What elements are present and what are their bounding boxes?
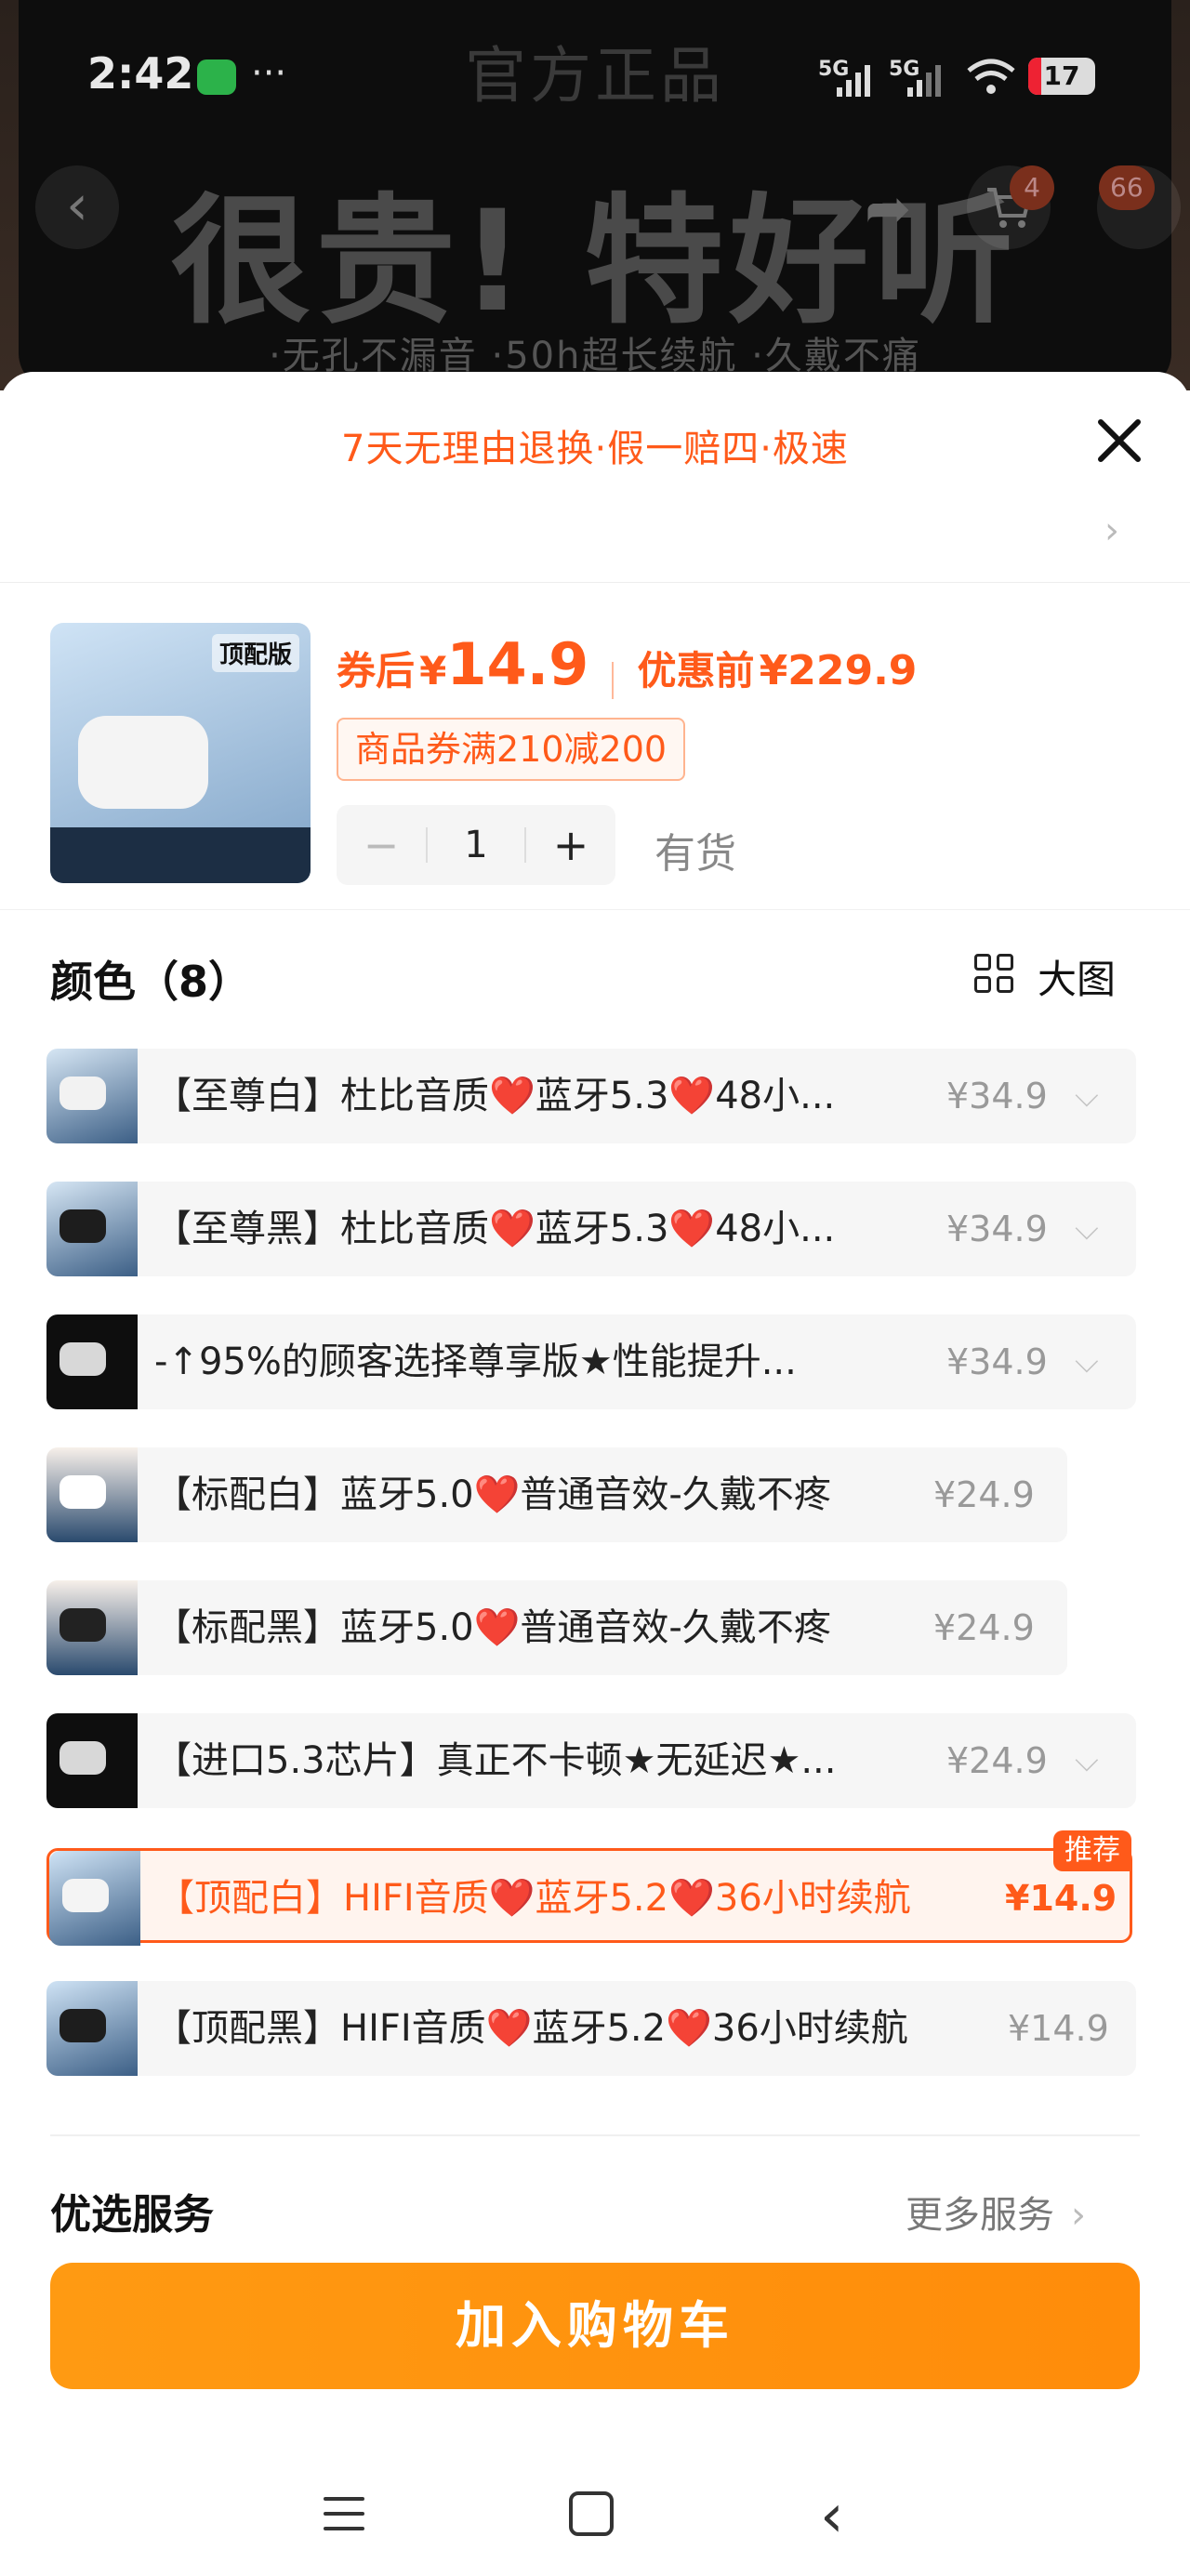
chevron-down-icon[interactable]: ⌵	[1075, 1049, 1099, 1143]
sku-option[interactable]: 【标配黑】蓝牙5.0❤️普通音效-久戴不疼 ¥24.9	[46, 1580, 1067, 1675]
more-notifications-icon: ···	[251, 52, 287, 95]
sku-price: ¥34.9	[946, 1209, 1048, 1249]
sku-price: ¥34.9	[946, 1076, 1048, 1116]
home-icon[interactable]	[569, 2491, 614, 2536]
large-image-label: 大图	[1038, 957, 1117, 1002]
thumbnail-tag: 顶配版	[211, 634, 299, 672]
sku-option[interactable]: -↑95%的顾客选择尊享版★性能提升... ¥34.9 ⌵	[46, 1314, 1136, 1409]
wifi-icon	[967, 59, 1015, 94]
sku-label: 【进口5.3芯片】真正不卡顿★无延迟★...	[154, 1739, 837, 1782]
price-separator	[612, 661, 615, 699]
earbuds-case-image	[78, 716, 208, 809]
sku-option[interactable]: 【至尊黑】杜比音质❤️蓝牙5.3❤️48小... ¥34.9 ⌵	[46, 1182, 1136, 1276]
back-icon[interactable]: ‹	[820, 2482, 844, 2551]
sku-price: ¥24.9	[933, 1474, 1035, 1515]
price-line: 券后 ¥14.9 优惠前 ¥229.9	[337, 630, 917, 699]
signal-icon	[837, 65, 870, 97]
sku-label: 【标配白】蓝牙5.0❤️普通音效-久戴不疼	[154, 1473, 831, 1516]
sku-thumbnail	[46, 1314, 138, 1409]
status-bar: 2:42 ··· 5G 5G 17	[0, 0, 1190, 149]
sku-label: 【至尊黑】杜比音质❤️蓝牙5.3❤️48小...	[154, 1208, 836, 1250]
battery-level: 17	[1043, 60, 1080, 91]
promo-banner: 7天无理由退换·假一赔四·极速	[341, 428, 849, 470]
more-services-label: 更多服务	[906, 2194, 1054, 2237]
recommended-badge: 推荐	[1053, 1830, 1131, 1871]
wechat-icon	[197, 59, 236, 95]
divider	[0, 909, 1190, 910]
chevron-down-icon[interactable]: ⌵	[1075, 1713, 1099, 1808]
increase-button[interactable]: +	[526, 805, 615, 885]
sku-option[interactable]: 【进口5.3芯片】真正不卡顿★无延迟★... ¥24.9 ⌵	[46, 1713, 1136, 1808]
coupon-price-label: 券后	[337, 648, 416, 694]
chevron-right-icon[interactable]: ›	[1104, 509, 1119, 552]
close-icon[interactable]	[1086, 407, 1153, 474]
back-button[interactable]: ‹	[35, 165, 119, 249]
sku-price: ¥24.9	[933, 1607, 1035, 1648]
sku-label: 【标配黑】蓝牙5.0❤️普通音效-久戴不疼	[154, 1606, 831, 1649]
sku-thumbnail	[46, 1049, 138, 1143]
divider	[50, 2134, 1140, 2136]
more-services-link[interactable]: 更多服务 ›	[906, 2185, 1086, 2239]
product-thumbnail[interactable]: 顶配版	[50, 623, 311, 883]
grid-view-icon	[974, 954, 1015, 995]
sku-option-selected[interactable]: 【顶配白】HIFI音质❤️蓝牙5.2❤️36小时续航 ¥14.9 推荐	[46, 1830, 1132, 1946]
sku-option[interactable]: 【至尊白】杜比音质❤️蓝牙5.3❤️48小... ¥34.9 ⌵	[46, 1049, 1136, 1143]
sku-selector-sheet: 7天无理由退换·假一赔四·极速 › 顶配版 券后 ¥14.9 优惠前 ¥229.…	[0, 372, 1190, 2576]
sku-thumbnail	[46, 1182, 138, 1276]
color-section-title: 颜色（8）	[50, 957, 252, 1007]
chevron-down-icon[interactable]: ⌵	[1075, 1314, 1099, 1409]
coupon-price-value: 14.9	[446, 630, 589, 698]
system-navigation-bar: ‹	[0, 2413, 1190, 2576]
sku-thumbnail	[49, 1851, 140, 1946]
sku-option[interactable]: 【标配白】蓝牙5.0❤️普通音效-久戴不疼 ¥24.9	[46, 1447, 1067, 1542]
coupon-tag[interactable]: 商品券满210减200	[337, 718, 686, 781]
services-title: 优选服务	[50, 2191, 214, 2239]
add-to-cart-button[interactable]: 加入购物车	[50, 2263, 1140, 2389]
cart-count-badge: 4	[1010, 165, 1054, 210]
battery-indicator: 17	[1028, 58, 1095, 95]
quantity-stepper: − 1 +	[337, 805, 615, 885]
coupon-price-currency: ¥	[419, 648, 447, 694]
sku-thumbnail	[46, 1447, 138, 1542]
sku-thumbnail	[46, 1580, 138, 1675]
sku-label: 【顶配黑】HIFI音质❤️蓝牙5.2❤️36小时续航	[154, 2007, 908, 2050]
sku-label: 【顶配白】HIFI音质❤️蓝牙5.2❤️36小时续航	[157, 1877, 911, 1920]
sku-label: 【至尊白】杜比音质❤️蓝牙5.3❤️48小...	[154, 1075, 836, 1117]
sku-price: ¥34.9	[946, 1341, 1048, 1382]
sku-label: -↑95%的顾客选择尊享版★性能提升...	[154, 1341, 797, 1383]
background-product-page: 官方正品 很贵! 特好听 ·无孔不漏音 ·50h超长续航 ·久戴不痛 ‹ ➦ 4…	[0, 0, 1190, 390]
signal-icon-2	[907, 65, 941, 97]
chevron-down-icon[interactable]: ⌵	[1075, 1182, 1099, 1276]
sku-thumbnail	[46, 1981, 138, 2076]
quantity-value[interactable]: 1	[428, 805, 524, 885]
thumbnail-strip	[50, 827, 311, 883]
sku-thumbnail	[46, 1713, 138, 1808]
original-price-label: 优惠前	[637, 648, 755, 694]
divider	[0, 582, 1190, 583]
message-count-badge: 66	[1099, 165, 1155, 210]
sku-price: ¥14.9	[1008, 2008, 1109, 2049]
decrease-button[interactable]: −	[337, 805, 426, 885]
share-icon[interactable]: ➦	[865, 177, 911, 242]
original-price: ¥229.9	[759, 647, 918, 694]
recent-apps-icon[interactable]	[324, 2493, 364, 2534]
sku-price: ¥24.9	[946, 1740, 1048, 1781]
stock-status: 有货	[654, 830, 736, 878]
chevron-right-icon: ›	[1071, 2194, 1086, 2237]
sku-option[interactable]: 【顶配黑】HIFI音质❤️蓝牙5.2❤️36小时续航 ¥14.9	[46, 1981, 1136, 2076]
status-time: 2:42	[87, 48, 194, 99]
